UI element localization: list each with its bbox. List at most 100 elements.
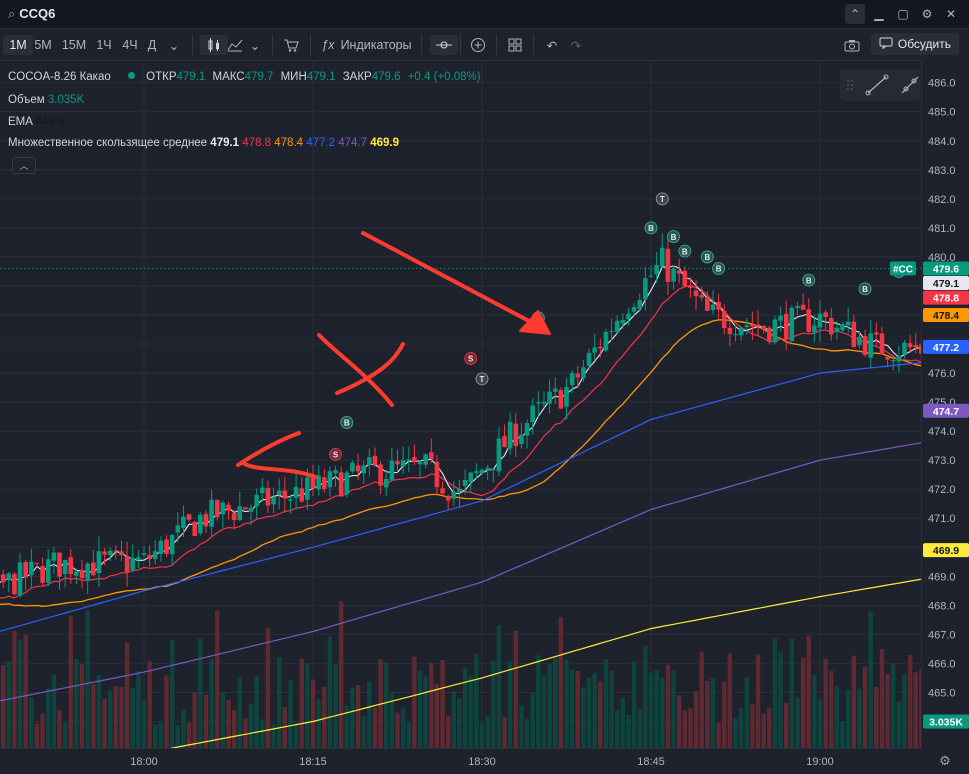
candle-body xyxy=(57,552,62,577)
volume-bar xyxy=(868,611,873,748)
volume-bar xyxy=(271,723,276,748)
volume-bar xyxy=(620,697,626,748)
volume-bar xyxy=(367,681,372,748)
cart-icon[interactable] xyxy=(281,35,301,55)
time-scale[interactable]: 17:4518:0018:1518:3018:4519:0019:1519:30… xyxy=(0,748,921,774)
candles-chart-type-icon[interactable] xyxy=(200,35,228,55)
interval-1d[interactable]: Д xyxy=(145,35,159,55)
volume-bar xyxy=(192,692,197,748)
signal-marker-label: B xyxy=(806,276,812,285)
interval-1m[interactable]: 1М xyxy=(3,35,33,55)
candle-body xyxy=(429,452,434,460)
volume-bar xyxy=(716,722,721,748)
volume-bar xyxy=(147,661,152,748)
volume-bar xyxy=(434,683,440,748)
volume-bar xyxy=(468,675,473,748)
interval-1h[interactable]: 1Ч xyxy=(93,35,115,55)
candle-body xyxy=(631,306,637,312)
legend-collapse-chevron-up-icon[interactable]: ︿ xyxy=(12,157,36,174)
trend-line-tool-icon[interactable] xyxy=(865,74,889,96)
undo-icon[interactable]: ↶ xyxy=(542,35,562,55)
price-tick-label: 467.0 xyxy=(928,629,956,641)
candle-body xyxy=(34,562,40,564)
legend-volume-row[interactable]: Объем 3.035K xyxy=(8,94,84,106)
price-badge-label: 478.8 xyxy=(933,293,959,305)
price-tick-label: 476.0 xyxy=(928,368,956,380)
discuss-button[interactable]: Обсудить xyxy=(870,33,959,55)
indicators-label: Индикаторы xyxy=(340,38,412,52)
price-chart[interactable]: BSSTBTBBBBBBBBBB#CC xyxy=(0,60,921,748)
volume-bar xyxy=(530,692,535,748)
interval-5m[interactable]: 5М xyxy=(32,35,54,55)
candle-body xyxy=(789,307,795,342)
chat-icon xyxy=(879,37,893,52)
close-icon[interactable]: ✕ xyxy=(941,4,961,24)
screenshot-camera-icon[interactable] xyxy=(841,35,863,55)
legend-ohlc-row: COCOA-8.26 Какао ОТКР479.1 МАКС479.7 МИН… xyxy=(8,71,481,83)
volume-bar xyxy=(660,677,665,748)
candle-body xyxy=(828,317,834,335)
volume-bar xyxy=(124,642,130,748)
candle-body xyxy=(750,324,755,327)
ray-tool-icon[interactable] xyxy=(901,76,919,94)
volume-bar xyxy=(361,716,366,748)
volume-bar xyxy=(479,722,485,748)
volume-bar xyxy=(350,687,355,748)
low-label: МИН xyxy=(280,71,307,83)
volume-bar xyxy=(862,666,868,748)
minimize-icon[interactable]: ▁ xyxy=(869,4,889,24)
candle-body xyxy=(282,490,288,499)
candle-body xyxy=(688,286,693,288)
drawing-tools-panel xyxy=(840,69,920,101)
interval-dropdown-chevron-down-icon[interactable]: ⌄ xyxy=(166,35,182,55)
replay-icon[interactable] xyxy=(430,35,458,55)
candle-body xyxy=(541,401,547,404)
candle-body xyxy=(406,459,412,461)
collapse-window-icon[interactable]: ⌃ xyxy=(845,4,865,24)
candle-body xyxy=(890,359,896,362)
ma-line-3 xyxy=(0,362,921,632)
volume-bar xyxy=(699,651,704,748)
volume-bar xyxy=(288,680,293,748)
price-tick-label: 483.0 xyxy=(928,165,956,177)
area-chart-icon[interactable] xyxy=(225,35,245,55)
title-bar: ⌕ CCQ6 ⌃ ▁ ▢ ⚙ ✕ xyxy=(0,0,969,29)
interval-4h[interactable]: 4Ч xyxy=(119,35,141,55)
candle-body xyxy=(592,347,597,353)
signal-marker-label: S xyxy=(333,451,339,460)
legend-instrument[interactable]: COCOA-8.26 Какао xyxy=(8,71,111,83)
redo-icon[interactable]: ↷ xyxy=(566,35,586,55)
settings-gear-icon[interactable]: ⚙ xyxy=(917,4,937,24)
maximize-icon[interactable]: ▢ xyxy=(893,4,913,24)
indicators-button[interactable]: ƒx Индикаторы xyxy=(319,35,414,55)
volume-bar xyxy=(823,658,828,748)
symbol-search[interactable]: ⌕ CCQ6 xyxy=(8,6,55,22)
volume-bar xyxy=(34,723,40,748)
drag-handle-icon[interactable] xyxy=(847,80,853,90)
candle-body xyxy=(293,486,299,499)
price-badge-label: 477.2 xyxy=(933,342,959,354)
candle-body xyxy=(490,468,496,471)
volume-bar xyxy=(671,670,676,748)
candle-body xyxy=(299,488,305,502)
layout-grid-icon[interactable] xyxy=(505,35,525,55)
candle-body xyxy=(192,522,197,536)
candle-body xyxy=(564,386,569,407)
chart-type-chevron-down-icon[interactable]: ⌄ xyxy=(248,35,262,55)
price-tick-label: 472.0 xyxy=(928,484,956,496)
price-scale[interactable]: 486.0485.0484.0483.0482.0481.0480.0479.0… xyxy=(921,60,969,748)
legend-ema-row[interactable]: EMA 449.6 xyxy=(8,116,64,128)
legend-ma-row[interactable]: Множественное скользящее среднее 479.1 4… xyxy=(8,137,399,149)
scale-settings-gear-icon[interactable]: ⚙ xyxy=(921,748,969,773)
volume-bar xyxy=(226,699,231,748)
interval-15m[interactable]: 15М xyxy=(60,35,88,55)
candle-body xyxy=(333,470,338,474)
cross-mark-1a xyxy=(241,461,318,479)
candle-body xyxy=(147,555,152,560)
add-compare-icon[interactable] xyxy=(468,35,488,55)
volume-bar xyxy=(738,707,744,748)
volume-bar xyxy=(248,703,254,748)
volume-bar xyxy=(412,656,417,748)
volume-bar xyxy=(141,699,147,748)
candle-body xyxy=(569,373,575,386)
